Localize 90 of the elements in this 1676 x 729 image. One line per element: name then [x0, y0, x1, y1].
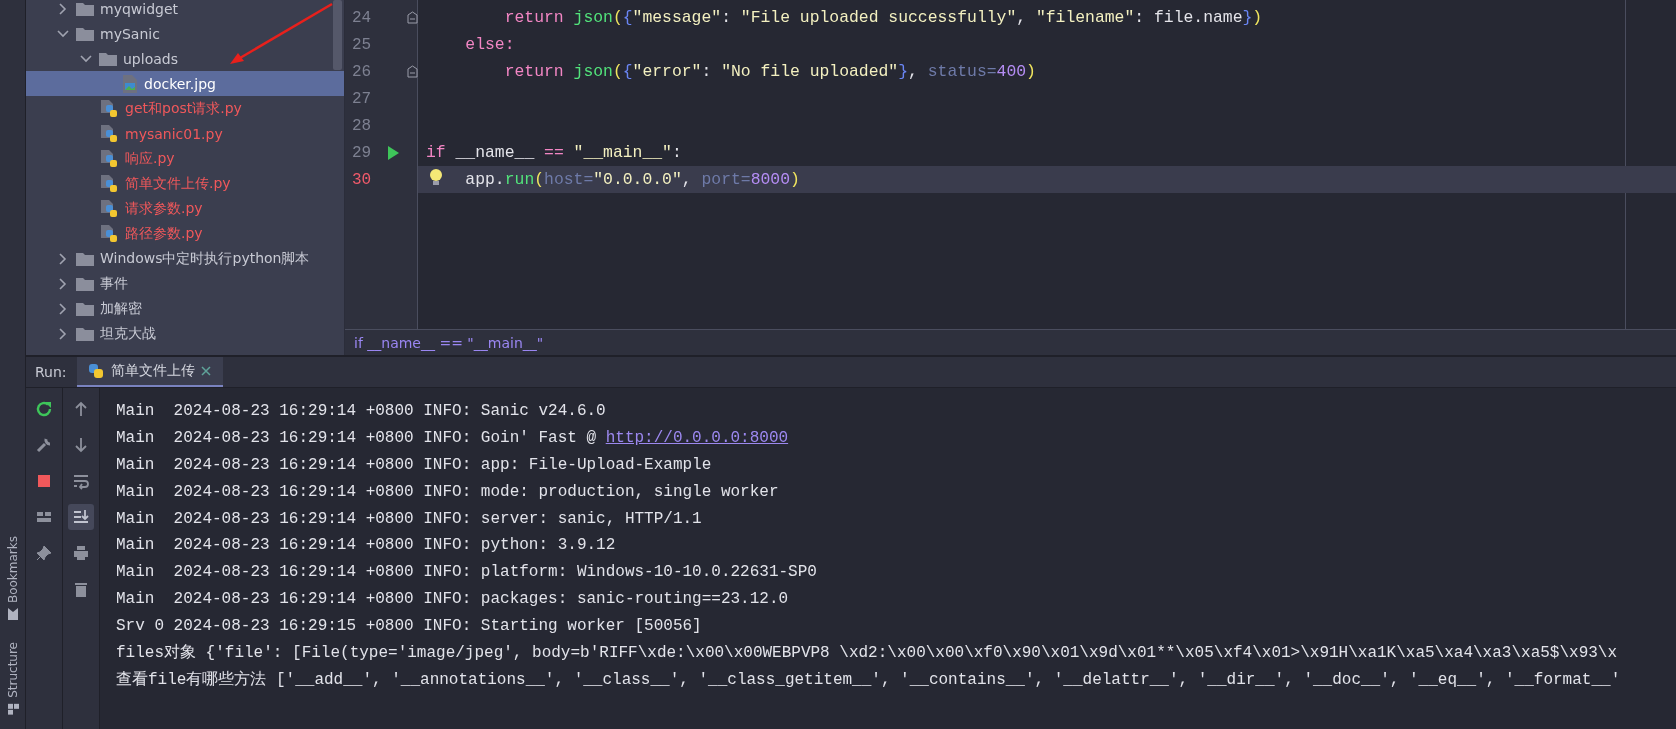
- console-line: Main 2024-08-23 16:29:14 +0800 INFO: mode: production, single worker: [116, 481, 780, 503]
- structure-icon: [6, 703, 19, 715]
- line-number: 29: [351, 143, 373, 162]
- tree-item-label: 简单文件上传.py: [125, 174, 231, 193]
- trash-icon: [72, 580, 90, 598]
- stop-icon[interactable]: [35, 472, 53, 490]
- line-number: 24: [351, 8, 373, 27]
- code-line: else:: [465, 35, 515, 54]
- tree-item-label: mysanic01.py: [125, 125, 223, 142]
- code-line: if __name__ == "__main__":: [426, 143, 682, 162]
- python-icon: [86, 362, 105, 380]
- python-file-icon: [99, 123, 119, 144]
- tree-item-label: myqwidget: [100, 0, 179, 17]
- folder-icon: [76, 301, 94, 316]
- console-link[interactable]: http://0.0.0.0:8000: [605, 428, 789, 447]
- python-file-icon: [99, 98, 119, 119]
- line-number: 26: [351, 62, 373, 81]
- scrollbar[interactable]: [333, 0, 342, 70]
- lightbulb-icon[interactable]: [428, 168, 444, 186]
- code-line: app.run(host="0.0.0.0", port=8000): [465, 170, 800, 189]
- tree-item-label: uploads: [123, 50, 178, 67]
- down-arrow-icon: [72, 436, 90, 454]
- python-file-icon: [99, 198, 119, 219]
- breadcrumb[interactable]: if __name__ == "__main__": [345, 329, 1676, 355]
- tree-item-label: docker.jpg: [144, 75, 216, 92]
- tree-item-label: 事件: [100, 274, 128, 293]
- code-line: return json({"error": "No file uploaded"}, status=400): [504, 62, 1036, 81]
- line-number: 30: [351, 170, 373, 189]
- console-line: Main 2024-08-23 16:29:14 +0800 INFO: app: File-Upload-Example: [116, 454, 713, 476]
- tool-window-button[interactable]: Bookmarks: [5, 536, 20, 621]
- tree-item-label: 响应.py: [125, 149, 175, 168]
- tree-item-label: get和post请求.py: [125, 99, 242, 118]
- console-line: Main 2024-08-23 16:29:14 +0800 INFO: Goin' Fast @ http://0.0.0.0:8000: [116, 427, 790, 449]
- tree-item-label: 加解密: [100, 299, 142, 318]
- selected-tree-row[interactable]: docker.jpg: [26, 71, 344, 96]
- console-line: files对象 {'file': [File(type='image/jpeg', body=b'RIFF\xde:\x00\x00WEBPVP8 \xd2:\x00\x00\xf0\x90\x01\x9d\x01**\x05\xf4\x01>\x91H\xa1K\xa5\xa4\xa3\xa5$\x93\x: [116, 643, 1619, 664]
- close-icon: [200, 366, 211, 376]
- folder-icon: [76, 26, 94, 41]
- python-file-icon: [99, 173, 119, 194]
- tree-row[interactable]: 响应.py: [26, 146, 344, 171]
- fold-icon[interactable]: [407, 11, 418, 24]
- tree-row[interactable]: 坦克大战: [26, 321, 344, 346]
- run-icon[interactable]: [387, 145, 399, 160]
- tree-item-label: Windows中定时执行python脚本: [100, 249, 310, 268]
- tree-item-label: 请求参数.py: [125, 199, 203, 218]
- pin-icon[interactable]: [35, 544, 53, 562]
- tool-window-button[interactable]: Structure: [5, 642, 20, 715]
- tree-row[interactable]: get和post请求.py: [26, 96, 344, 121]
- console-line: Main 2024-08-23 16:29:14 +0800 INFO: platform: Windows-10-10.0.22631-SP0: [116, 562, 818, 584]
- tree-row[interactable]: 加解密: [26, 296, 344, 321]
- tree-row[interactable]: mySanic: [26, 21, 344, 46]
- tree-row[interactable]: uploads: [26, 46, 344, 71]
- bookmark-icon: [6, 608, 19, 621]
- line-number: 25: [351, 35, 373, 54]
- console-line: Main 2024-08-23 16:29:14 +0800 INFO: Sanic v24.6.0: [116, 401, 607, 422]
- image-file-icon: [122, 73, 138, 94]
- tree-item-label: mySanic: [100, 25, 160, 42]
- code-line: return json({"message": "File uploaded successfully", "filename": file.name}): [504, 8, 1263, 27]
- line-number: 27: [351, 89, 373, 108]
- console-line: Srv 0 2024-08-23 16:29:15 +0800 INFO: Starting worker [50056]: [116, 616, 703, 638]
- wrench-icon[interactable]: [35, 436, 53, 454]
- fold-icon[interactable]: [407, 65, 418, 78]
- python-file-icon: [99, 148, 119, 169]
- folder-icon: [76, 251, 94, 266]
- console-line: 查看file有哪些方法 ['__add__', '__annotations__', '__class__', '__class_getitem__', '__contains__', '__delattr__', '__dir__', '__doc__', '__eq__', '__format__': [116, 669, 1622, 691]
- tree-row[interactable]: mysanic01.py: [26, 121, 344, 146]
- tree-row[interactable]: 事件: [26, 271, 344, 296]
- scroll-to-end-button[interactable]: [68, 504, 94, 530]
- line-number: 28: [351, 116, 373, 135]
- run-label: Run:: [34, 363, 68, 382]
- folder-icon: [76, 326, 94, 341]
- console-line: Main 2024-08-23 16:29:14 +0800 INFO: server: sanic, HTTP/1.1: [116, 508, 703, 530]
- console-line: Main 2024-08-23 16:29:14 +0800 INFO: packages: sanic-routing==23.12.0: [116, 589, 790, 611]
- folder-icon: [76, 276, 94, 291]
- tree-row[interactable]: myqwidget: [26, 0, 344, 21]
- tree-row[interactable]: Windows中定时执行python脚本: [26, 246, 344, 271]
- tree-row[interactable]: 简单文件上传.py: [26, 171, 344, 196]
- tree-row[interactable]: 请求参数.py: [26, 196, 344, 221]
- folder-icon: [99, 51, 117, 66]
- python-file-icon: [99, 223, 119, 244]
- soft-wrap-icon: [72, 472, 90, 490]
- folder-icon: [76, 1, 94, 16]
- run-tab[interactable]: 简单文件上传: [76, 357, 223, 387]
- scroll-to-end-icon: [72, 508, 90, 526]
- tree-item-label: 路径参数.py: [125, 224, 203, 243]
- tree-item-label: 坦克大战: [100, 324, 156, 343]
- console-line: Main 2024-08-23 16:29:14 +0800 INFO: python: 3.9.12: [116, 535, 617, 557]
- tree-row[interactable]: 路径参数.py: [26, 221, 344, 246]
- print-icon: [72, 544, 90, 562]
- rerun-icon[interactable]: [35, 400, 53, 418]
